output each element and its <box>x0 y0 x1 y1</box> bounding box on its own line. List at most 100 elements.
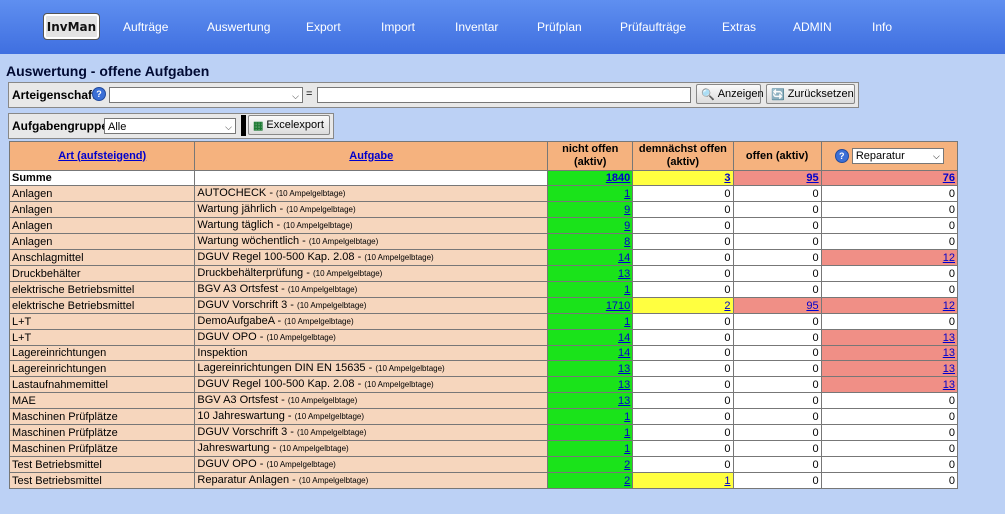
category-select[interactable]: Reparatur ⌵ <box>851 148 944 164</box>
table-row: Anlagen AUTOCHECK - (10 Ampelgelbtage) 1 0 0… <box>8 185 959 202</box>
task-separator: - <box>354 378 365 390</box>
row-not-open[interactable]: 1 <box>547 424 634 441</box>
header-art[interactable]: Art (aufsteigend) <box>8 141 196 171</box>
task-group-select[interactable]: Alle ⌵ <box>104 118 236 134</box>
row-art: Anlagen <box>8 201 196 218</box>
count-link[interactable]: 1 <box>624 411 630 423</box>
count-link[interactable]: 1710 <box>606 300 630 312</box>
sum-soon-open[interactable]: 3 <box>632 170 734 186</box>
help-icon[interactable]: ? <box>834 149 849 163</box>
count-link[interactable]: 2 <box>624 475 630 487</box>
row-not-open[interactable]: 1 <box>547 281 634 298</box>
row-soon-open[interactable]: 1 <box>632 472 734 489</box>
nav-pruefauftraege[interactable]: Prüfaufträge <box>620 20 686 34</box>
count-link[interactable]: 1 <box>724 475 730 487</box>
nav-inventar[interactable]: Inventar <box>455 20 498 34</box>
row-not-open[interactable]: 2 <box>547 456 634 473</box>
row-not-open[interactable]: 13 <box>547 376 634 393</box>
count-link[interactable]: 13 <box>943 332 955 344</box>
row-extra: 0 <box>820 408 959 425</box>
count-link[interactable]: 2 <box>724 300 730 312</box>
row-not-open[interactable]: 9 <box>547 217 634 234</box>
count-link[interactable]: 1 <box>624 316 630 328</box>
count-link[interactable]: 13 <box>618 379 630 391</box>
row-not-open[interactable]: 1710 <box>547 297 634 314</box>
row-open[interactable]: 95 <box>732 297 822 314</box>
table-row: Test Betriebsmittel Reparatur Anlagen - (… <box>8 472 959 489</box>
row-task: Reparatur Anlagen - (10 Ampelgelbtage) <box>194 472 549 489</box>
attribute-value-input[interactable] <box>317 87 691 103</box>
attribute-select[interactable]: ⌵ <box>109 87 303 103</box>
row-not-open[interactable]: 13 <box>547 265 634 282</box>
row-extra[interactable]: 13 <box>820 345 959 361</box>
row-extra: 0 <box>820 281 959 298</box>
row-extra[interactable]: 13 <box>820 329 959 346</box>
nav-import[interactable]: Import <box>381 20 415 34</box>
excel-export-button[interactable]: ▦ Excelexport <box>248 115 330 135</box>
count-link[interactable]: 1 <box>624 443 630 455</box>
sum-not-open[interactable]: 1840 <box>547 170 634 186</box>
row-not-open[interactable]: 8 <box>547 233 634 250</box>
count-link[interactable]: 1 <box>624 427 630 439</box>
row-extra[interactable]: 13 <box>820 360 959 377</box>
row-extra[interactable]: 12 <box>820 297 959 314</box>
task-name: Lagereinrichtungen DIN EN 15635 <box>197 362 366 374</box>
count-link[interactable]: 9 <box>624 204 630 216</box>
task-name: Druckbehälterprüfung <box>197 267 304 279</box>
count-link[interactable]: 12 <box>943 300 955 312</box>
task-name: DGUV Regel 100-500 Kap. 2.08 <box>197 378 355 390</box>
row-extra[interactable]: 13 <box>820 376 959 393</box>
row-extra[interactable]: 12 <box>820 249 959 266</box>
row-extra: 0 <box>820 233 959 250</box>
table-row: elektrische Betriebsmittel DGUV Vorschrif… <box>8 297 959 314</box>
nav-auftraege[interactable]: Aufträge <box>123 20 168 34</box>
row-not-open[interactable]: 1 <box>547 185 634 202</box>
nav-export[interactable]: Export <box>306 20 341 34</box>
show-button[interactable]: 🔍 Anzeigen <box>696 84 764 104</box>
header-extra: ? Reparatur ⌵ <box>820 141 959 171</box>
count-link[interactable]: 8 <box>624 236 630 248</box>
row-not-open[interactable]: 1 <box>547 313 634 330</box>
count-link[interactable]: 14 <box>618 347 630 359</box>
help-icon[interactable]: ? <box>92 87 106 101</box>
count-link[interactable]: 13 <box>618 395 630 407</box>
count-link[interactable]: 9 <box>624 220 630 232</box>
row-not-open[interactable]: 1 <box>547 408 634 425</box>
count-link[interactable]: 14 <box>618 332 630 344</box>
count-link[interactable]: 12 <box>943 252 955 264</box>
row-not-open[interactable]: 1 <box>547 440 634 457</box>
row-soon-open[interactable]: 2 <box>632 297 734 314</box>
row-not-open[interactable]: 14 <box>547 345 634 361</box>
row-not-open[interactable]: 14 <box>547 329 634 346</box>
count-link[interactable]: 13 <box>943 347 955 359</box>
count-link[interactable]: 13 <box>943 363 955 375</box>
row-art: Lagereinrichtungen <box>8 360 196 377</box>
task-separator: - <box>278 283 288 295</box>
excel-icon: ▦ <box>253 119 264 132</box>
nav-pruefplan[interactable]: Prüfplan <box>537 20 582 34</box>
nav-admin[interactable]: ADMIN <box>793 20 832 34</box>
nav-auswertung[interactable]: Auswertung <box>207 20 270 34</box>
row-not-open[interactable]: 13 <box>547 360 634 377</box>
sum-open[interactable]: 95 <box>732 170 822 186</box>
count-link[interactable]: 1 <box>624 284 630 296</box>
invman-logo[interactable]: InvMan <box>43 13 100 40</box>
row-not-open[interactable]: 13 <box>547 392 634 409</box>
count-link[interactable]: 95 <box>806 300 818 312</box>
task-separator: - <box>256 458 267 470</box>
nav-extras[interactable]: Extras <box>722 20 756 34</box>
count-link[interactable]: 13 <box>618 363 630 375</box>
count-link[interactable]: 2 <box>624 459 630 471</box>
table-row: Lagereinrichtungen Lagereinrichtungen DIN… <box>8 360 959 377</box>
count-link[interactable]: 13 <box>943 379 955 391</box>
count-link[interactable]: 13 <box>618 268 630 280</box>
count-link[interactable]: 14 <box>618 252 630 264</box>
nav-info[interactable]: Info <box>872 20 892 34</box>
row-not-open[interactable]: 14 <box>547 249 634 266</box>
count-link[interactable]: 1 <box>624 188 630 200</box>
reset-button[interactable]: 🔄 Zurücksetzen <box>766 84 855 104</box>
row-not-open[interactable]: 9 <box>547 201 634 218</box>
row-not-open[interactable]: 2 <box>547 472 634 489</box>
sum-extra[interactable]: 76 <box>820 170 959 186</box>
header-aufgabe[interactable]: Aufgabe <box>194 141 549 171</box>
